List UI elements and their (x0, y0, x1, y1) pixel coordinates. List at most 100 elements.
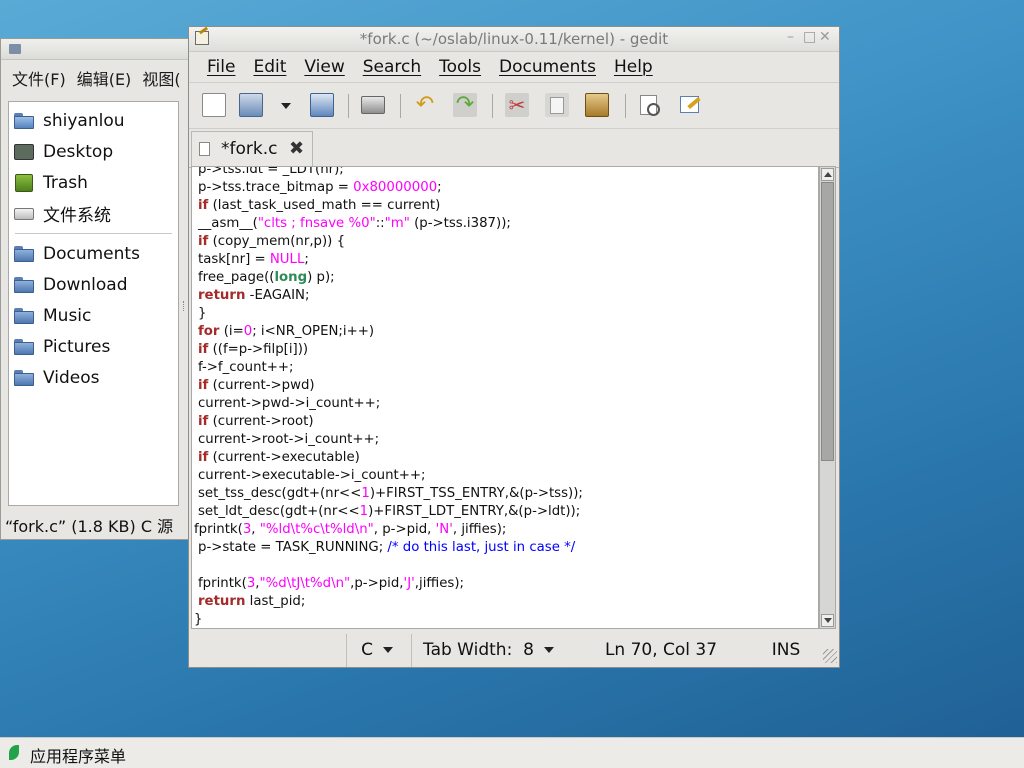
menu-help[interactable]: Help (614, 57, 653, 77)
pane-resize-handle[interactable] (183, 301, 187, 311)
code-token: set_ldt_desc(gdt+(nr<< (198, 504, 360, 519)
print-icon[interactable] (361, 96, 385, 114)
trash-icon (15, 173, 33, 192)
gedit-window: *fork.c (~/oslab/linux-0.11/kernel) - ge… (188, 26, 840, 668)
code-token: ; (304, 252, 309, 267)
code-token: if (198, 378, 209, 393)
code-line: } (192, 611, 583, 628)
code-token: } (194, 612, 203, 627)
find-icon[interactable] (638, 93, 662, 117)
gedit-toolbar: ↶ ↷ ✂ (189, 83, 839, 129)
copy-icon[interactable] (545, 93, 569, 117)
sidebar-item-download[interactable]: Download (9, 269, 178, 300)
cut-icon[interactable]: ✂ (505, 93, 529, 117)
code-line: task[nr] = NULL; (192, 251, 583, 269)
tab-width-selector[interactable]: Tab Width: 8 (411, 634, 559, 667)
application-menu-button[interactable]: 应用程序菜单 (30, 743, 126, 767)
sidebar-item-videos[interactable]: Videos (9, 362, 178, 393)
code-line: } (192, 305, 583, 323)
file-manager-titlebar[interactable] (1, 39, 195, 60)
paste-icon[interactable] (585, 93, 609, 117)
file-manager-window: 文件(F) 编辑(E) 视图( shiyanlou Desktop Trash … (0, 38, 196, 540)
close-icon[interactable]: ✕ (819, 29, 831, 45)
menu-file[interactable]: File (207, 57, 235, 77)
code-line: if (copy_mem(nr,p)) { (192, 233, 583, 251)
folder-icon (14, 276, 34, 293)
menu-edit[interactable]: Edit (253, 57, 286, 77)
new-document-icon[interactable] (202, 93, 226, 117)
home-folder-icon (14, 112, 34, 129)
code-token: if (198, 450, 209, 465)
code-line: if (current->executable) (192, 449, 583, 467)
code-token: ; i<NR_OPEN;i++) (252, 324, 375, 339)
code-token: "%d\tJ\t%d\n" (259, 576, 351, 591)
code-line: fprintk(3, "%ld\t%c\t%ld\n", p->pid, 'N'… (192, 521, 583, 539)
code-token: if (198, 234, 209, 249)
menu-file[interactable]: 文件(F) (12, 66, 66, 90)
scroll-down-icon[interactable] (821, 614, 834, 627)
find-replace-icon[interactable] (678, 93, 702, 117)
sidebar-item-filesystem[interactable]: 文件系统 (9, 198, 178, 229)
sidebar-item-trash[interactable]: Trash (9, 167, 178, 198)
vertical-scrollbar[interactable] (819, 166, 836, 629)
scrollbar-thumb[interactable] (821, 182, 834, 461)
code-line: free_page((long) p); (192, 269, 583, 287)
recent-files-dropdown-icon[interactable] (281, 103, 291, 109)
gedit-statusbar: C Tab Width: 8 Ln 70, Col 37 INS (189, 631, 839, 667)
bottom-panel: 应用程序菜单 (0, 737, 1024, 768)
places-sidebar: shiyanlou Desktop Trash 文件系统 Documents D… (8, 101, 179, 506)
tab-label: *fork.c (221, 139, 278, 159)
code-line: p->tss.trace_bitmap = 0x80000000; (192, 179, 583, 197)
code-token: p->state = TASK_RUNNING; (198, 540, 388, 555)
code-token: } (198, 306, 207, 321)
menu-view[interactable]: View (304, 57, 344, 77)
code-line: if (current->pwd) (192, 377, 583, 395)
sidebar-item-pictures[interactable]: Pictures (9, 331, 178, 362)
menu-edit[interactable]: 编辑(E) (77, 66, 132, 90)
sidebar-item-music[interactable]: Music (9, 300, 178, 331)
sidebar-item-desktop[interactable]: Desktop (9, 136, 178, 167)
code-line: set_ldt_desc(gdt+(nr<<1)+FIRST_LDT_ENTRY… (192, 503, 583, 521)
menu-documents[interactable]: Documents (499, 57, 596, 77)
code-token: (current->pwd) (208, 378, 315, 393)
open-file-icon[interactable] (239, 93, 263, 117)
resize-grip-icon[interactable] (823, 649, 837, 663)
sidebar-item-label: Desktop (43, 141, 114, 162)
menu-search[interactable]: Search (363, 57, 421, 77)
sidebar-item-label: 文件系统 (43, 206, 111, 226)
language-selector[interactable]: C (346, 634, 407, 667)
redo-icon[interactable]: ↷ (453, 93, 477, 117)
gedit-titlebar[interactable]: *fork.c (~/oslab/linux-0.11/kernel) - ge… (189, 27, 839, 52)
sidebar-item-documents[interactable]: Documents (9, 238, 178, 269)
file-manager-menubar: 文件(F) 编辑(E) 视图( (1, 60, 195, 96)
code-token: last_pid; (245, 594, 306, 609)
code-line: return last_pid; (192, 593, 583, 611)
undo-icon[interactable]: ↶ (413, 93, 437, 117)
sidebar-item-home[interactable]: shiyanlou (9, 105, 178, 136)
sidebar-divider (15, 233, 172, 234)
code-line: if ((f=p->filp[i])) (192, 341, 583, 359)
code-token: )+FIRST_TSS_ENTRY,&(p->tss)); (369, 486, 583, 501)
minimize-icon[interactable]: – (787, 29, 794, 45)
code-token: (p->tss.i387)); (409, 216, 511, 231)
code-token: task[nr] = (198, 252, 270, 267)
tab-fork-c[interactable]: *fork.c ✖ (191, 131, 313, 167)
code-token: -EAGAIN; (245, 288, 310, 303)
code-token: ,p->pid, (350, 576, 404, 591)
folder-icon (14, 245, 34, 262)
menu-view[interactable]: 视图( (142, 66, 180, 90)
code-token: f->f_count++; (198, 360, 294, 375)
maximize-icon[interactable]: □ (803, 29, 816, 45)
code-token: ; (437, 180, 442, 195)
code-line: current->root->i_count++; (192, 431, 583, 449)
code-token: return (198, 288, 246, 303)
app-menu-leaf-icon[interactable] (9, 745, 19, 760)
code-editor[interactable]: p->tss.ldt = _LDT(nr); p->tss.trace_bitma… (191, 166, 819, 629)
file-manager-icon (9, 44, 21, 54)
scroll-up-icon[interactable] (821, 168, 834, 181)
menu-tools[interactable]: Tools (439, 57, 481, 77)
close-tab-icon[interactable]: ✖ (289, 138, 304, 159)
save-icon[interactable] (310, 93, 334, 117)
drive-icon (14, 207, 34, 220)
